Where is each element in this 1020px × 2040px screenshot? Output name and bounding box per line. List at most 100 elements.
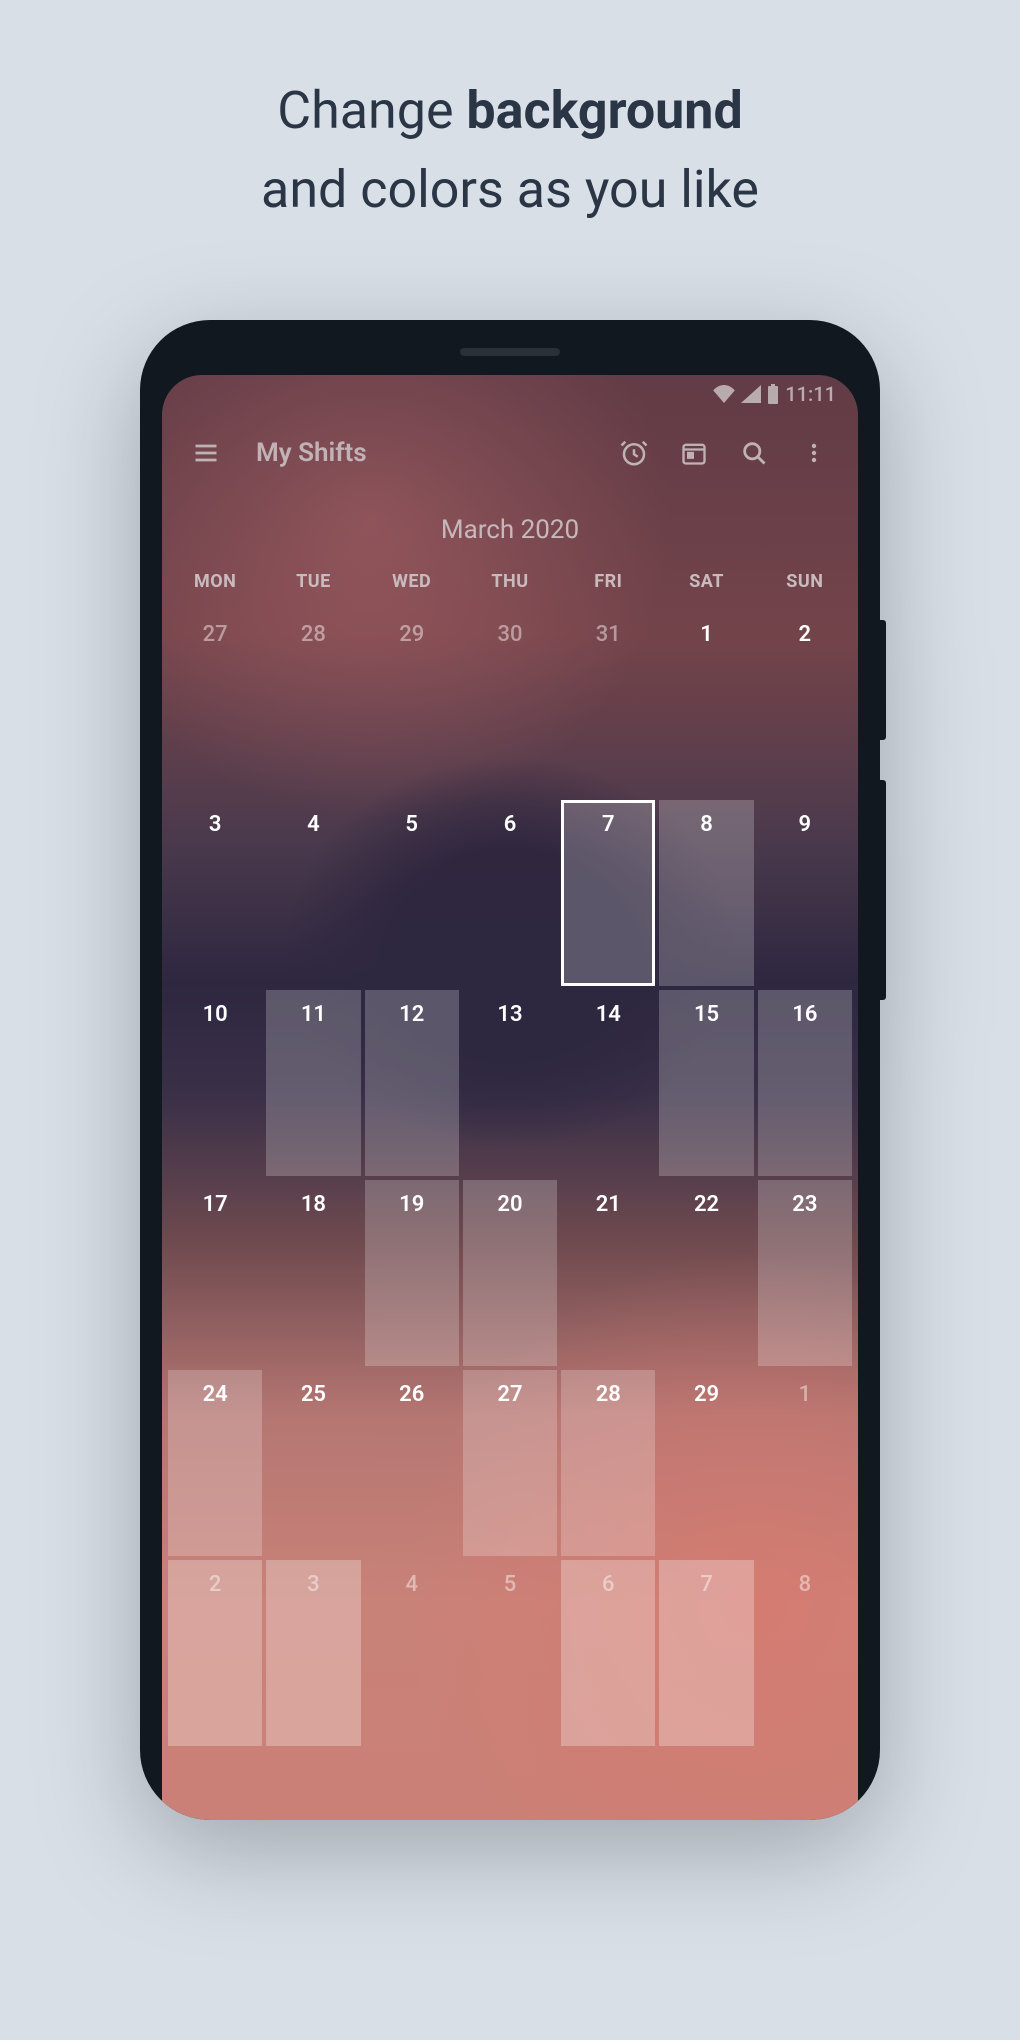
- calendar-day-cell[interactable]: 4: [363, 1558, 461, 1748]
- calendar-day-cell[interactable]: 10: [166, 988, 264, 1178]
- overflow-menu-button[interactable]: [788, 427, 840, 479]
- calendar-day-cell[interactable]: 26: [363, 1368, 461, 1558]
- calendar-week-row: 17 18 19 20 21 22 23: [162, 1178, 858, 1368]
- weekday-header: FRI: [559, 563, 657, 608]
- status-time: 11:11: [785, 382, 836, 406]
- calendar-day-cell[interactable]: 7: [657, 1558, 755, 1748]
- calendar-day-cell[interactable]: 27: [461, 1368, 559, 1558]
- calendar-day-cell[interactable]: 29: [657, 1368, 755, 1558]
- day-number: 27: [497, 1382, 522, 1407]
- calendar-day-cell[interactable]: 3: [166, 798, 264, 988]
- calendar-day-cell[interactable]: 17: [166, 1178, 264, 1368]
- calendar-day-cell[interactable]: 28: [264, 608, 362, 798]
- day-number: 20: [497, 1192, 522, 1217]
- calendar-day-cell[interactable]: 16: [756, 988, 854, 1178]
- calendar-day-cell[interactable]: 20: [461, 1178, 559, 1368]
- calendar-day-cell[interactable]: 8: [756, 1558, 854, 1748]
- day-number: 18: [301, 1192, 326, 1217]
- calendar-day-cell[interactable]: 12: [363, 988, 461, 1178]
- cell-signal-icon: [741, 385, 761, 403]
- day-number: 28: [596, 1382, 621, 1407]
- calendar-day-cell[interactable]: 15: [657, 988, 755, 1178]
- day-number: 3: [307, 1572, 320, 1597]
- calendar-day-cell[interactable]: 8: [657, 798, 755, 988]
- day-number: 15: [694, 1002, 719, 1027]
- calendar-day-cell[interactable]: 1: [657, 608, 755, 798]
- month-label[interactable]: March 2020: [162, 515, 858, 545]
- calendar-week-row: 272829 30 31 1 2: [162, 608, 858, 798]
- wifi-icon: [713, 385, 735, 403]
- calendar-day-cell[interactable]: 21: [559, 1178, 657, 1368]
- calendar-day-cell[interactable]: 6: [559, 1558, 657, 1748]
- calendar-day-cell[interactable]: 13: [461, 988, 559, 1178]
- day-number: 2: [799, 622, 812, 647]
- calendar-day-cell[interactable]: 5: [461, 1558, 559, 1748]
- calendar-day-cell[interactable]: 22: [657, 1178, 755, 1368]
- calendar-day-cell[interactable]: 25: [264, 1368, 362, 1558]
- day-number: 8: [799, 1572, 812, 1597]
- calendar-day-cell[interactable]: 31: [559, 608, 657, 798]
- alarm-button[interactable]: [608, 427, 660, 479]
- day-number: 29: [694, 1382, 719, 1407]
- calendar-day-cell[interactable]: 30: [461, 608, 559, 798]
- day-number: 22: [694, 1192, 719, 1217]
- weekday-header: THU: [461, 563, 559, 608]
- weekday-header: WED: [363, 563, 461, 608]
- menu-button[interactable]: [180, 427, 232, 479]
- day-number: 31: [596, 622, 621, 647]
- phone-side-button: [880, 780, 886, 1000]
- calendar-day-cell[interactable]: 14: [559, 988, 657, 1178]
- calendar-day-cell[interactable]: 2: [756, 608, 854, 798]
- headline-bold: background: [466, 80, 742, 141]
- calendar-day-cell[interactable]: 4: [264, 798, 362, 988]
- day-number: 10: [203, 1002, 228, 1027]
- calendar-day-cell[interactable]: 2: [166, 1558, 264, 1748]
- day-number: 11: [301, 1002, 326, 1027]
- day-number: 5: [504, 1572, 517, 1597]
- calendar-day-cell[interactable]: 6: [461, 798, 559, 988]
- calendar-day-cell[interactable]: 3: [264, 1558, 362, 1748]
- calendar-day-cell[interactable]: 28: [559, 1368, 657, 1558]
- day-number: 3: [209, 812, 222, 837]
- weekday-header: MON: [166, 563, 264, 608]
- headline-line2: and colors as you like: [261, 159, 759, 220]
- day-number: 5: [405, 812, 418, 837]
- calendar-day-cell[interactable]: 19: [363, 1178, 461, 1368]
- day-number: 4: [405, 1572, 418, 1597]
- weekday-header: TUE: [264, 563, 362, 608]
- day-number: 30: [497, 622, 522, 647]
- headline-pre: Change: [277, 80, 466, 141]
- calendar-day-cell[interactable]: 9: [756, 798, 854, 988]
- app-bar: My Shifts: [162, 413, 858, 493]
- status-bar: 11:11: [162, 375, 858, 413]
- calendar-day-cell[interactable]: 7: [559, 798, 657, 988]
- calendar-grid: 2728293031123456789101112131415161718192…: [162, 608, 858, 1748]
- day-number: 7: [602, 812, 615, 837]
- phone-side-button: [880, 620, 886, 740]
- day-number: 17: [203, 1192, 228, 1217]
- phone-frame: 11:11 My Shifts Ma: [140, 320, 880, 1820]
- calendar-week-row: 2 3 4 5 6 7 8: [162, 1558, 858, 1748]
- calendar-day-cell[interactable]: 24: [166, 1368, 264, 1558]
- today-button[interactable]: [668, 427, 720, 479]
- day-number: 6: [504, 812, 517, 837]
- day-number: 12: [399, 1002, 424, 1027]
- day-number: 19: [399, 1192, 424, 1217]
- weekday-header-row: MONTUEWEDTHUFRISATSUN: [162, 563, 858, 608]
- search-button[interactable]: [728, 427, 780, 479]
- day-number: 8: [700, 812, 713, 837]
- calendar-day-cell[interactable]: 5: [363, 798, 461, 988]
- app-screen: 11:11 My Shifts Ma: [162, 375, 858, 1820]
- calendar-day-cell[interactable]: 27: [166, 608, 264, 798]
- calendar-week-row: 10 11 12 13 14 15 16: [162, 988, 858, 1178]
- day-number: 13: [497, 1002, 522, 1027]
- headline-line1: Change background: [261, 80, 759, 141]
- calendar-day-cell[interactable]: 29: [363, 608, 461, 798]
- calendar-day-cell[interactable]: 11: [264, 988, 362, 1178]
- day-number: 16: [792, 1002, 817, 1027]
- calendar-day-cell[interactable]: 23: [756, 1178, 854, 1368]
- day-number: 7: [700, 1572, 713, 1597]
- day-number: 24: [203, 1382, 228, 1407]
- calendar-day-cell[interactable]: 18: [264, 1178, 362, 1368]
- calendar-day-cell[interactable]: 1: [756, 1368, 854, 1558]
